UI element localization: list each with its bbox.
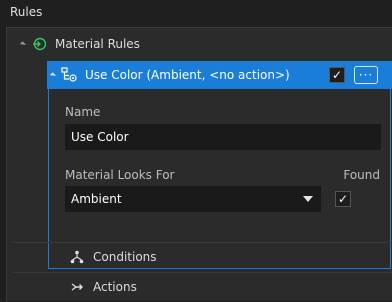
rule-menu-button[interactable]: ··· [354, 66, 378, 84]
rules-tree: Material Rules Use Color (Ambient, <no a… [6, 27, 392, 301]
chevron-down-icon [303, 196, 313, 202]
rule-label: Use Color (Ambient, <no action>) [85, 68, 290, 82]
material-looks-for-dropdown[interactable]: Ambient [65, 186, 321, 212]
rule-icon [61, 67, 77, 83]
tree-item-label: Material Rules [55, 37, 140, 51]
name-field[interactable]: Use Color [65, 124, 381, 150]
dropdown-value: Ambient [71, 192, 122, 206]
actions-icon [69, 279, 85, 295]
collapse-caret-icon[interactable] [49, 71, 57, 79]
tree-item-actions[interactable]: Actions [7, 272, 392, 302]
rule-enabled-checkbox[interactable]: ✓ [329, 67, 345, 83]
expand-caret-icon[interactable] [19, 40, 27, 48]
name-label: Name [65, 105, 101, 119]
tree-item-conditions[interactable]: Conditions [7, 242, 392, 272]
more-icon: ··· [358, 68, 374, 82]
tree-item-label: Actions [93, 280, 137, 294]
checkmark-icon: ✓ [331, 68, 343, 82]
panel-title: Rules [10, 5, 43, 19]
tree-item-label: Conditions [93, 250, 157, 264]
found-label: Found [343, 168, 380, 182]
material-looks-for-label: Material Looks For [65, 168, 175, 182]
tree-item-use-color-rule[interactable]: Use Color (Ambient, <no action>) ✓ ··· [47, 61, 392, 89]
tree-item-material-rules[interactable]: Material Rules [7, 30, 392, 58]
checkmark-icon: ✓ [337, 192, 349, 206]
found-checkbox[interactable]: ✓ [335, 191, 351, 207]
material-rules-icon [31, 36, 47, 52]
conditions-icon [69, 249, 85, 265]
